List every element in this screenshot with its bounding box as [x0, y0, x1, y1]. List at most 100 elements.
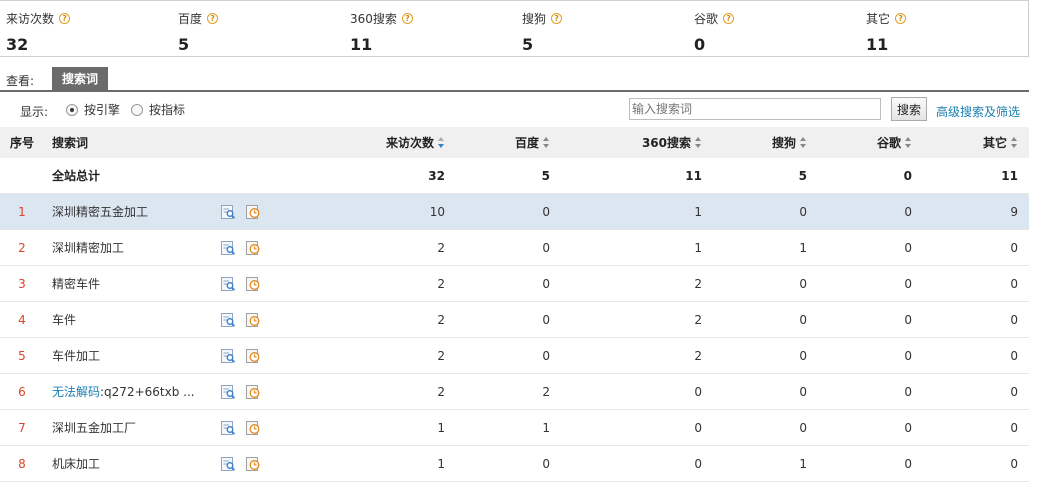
search-detail-icon[interactable] [220, 204, 236, 220]
header-index: 序号 [9, 136, 34, 150]
radio-by-engine[interactable]: 按引擎 [66, 101, 120, 118]
stat-value: 0 [694, 35, 706, 54]
table-row[interactable]: 4 车件 2 0 2 0 0 0 [0, 302, 1029, 338]
sort-icon[interactable] [1011, 137, 1018, 148]
header-visits[interactable]: 来访次数 [340, 127, 445, 158]
stat-label: 360搜索 [350, 12, 397, 26]
help-icon[interactable]: ? [723, 13, 735, 24]
row-keyword[interactable]: 精密车件 [52, 266, 222, 301]
cell-other: 0 [1010, 384, 1018, 399]
view-label: 查看: [6, 74, 35, 88]
stat-value: 11 [350, 35, 373, 54]
trend-history-icon[interactable] [245, 384, 261, 400]
search-detail-icon[interactable] [220, 384, 236, 400]
header-360[interactable]: 360搜索 [560, 127, 702, 158]
sort-icon[interactable] [695, 137, 702, 148]
table-row[interactable]: 5 车件加工 2 0 2 0 0 0 [0, 338, 1029, 374]
cell-other: 11 [1001, 168, 1018, 183]
cell-google: 0 [904, 384, 912, 399]
help-icon[interactable]: ? [895, 13, 907, 24]
row-keyword[interactable]: 深圳精密加工 [52, 230, 222, 265]
keyword-text: 深圳五金加工厂 [52, 421, 137, 435]
help-icon[interactable]: ? [401, 13, 413, 24]
cell-sogou: 0 [799, 312, 807, 327]
cell-other: 9 [1010, 204, 1018, 219]
table-row[interactable]: 7 深圳五金加工厂 1 1 0 0 0 0 [0, 410, 1029, 446]
cell-360: 0 [694, 456, 702, 471]
search-detail-icon[interactable] [220, 312, 236, 328]
header-google[interactable]: 谷歌 [815, 127, 912, 158]
cell-sogou: 1 [799, 240, 807, 255]
sort-icon[interactable] [543, 137, 550, 148]
row-keyword[interactable]: 无法解码:q272+66txb ... [52, 374, 222, 409]
row-index: 3 [18, 276, 26, 291]
search-detail-icon[interactable] [220, 456, 236, 472]
cell-visits: 1 [437, 420, 445, 435]
cell-visits: 10 [429, 204, 445, 219]
decode-failed-label[interactable]: 无法解码 [52, 383, 100, 400]
row-keyword[interactable]: 深圳精密五金加工 [52, 194, 222, 229]
stat-label: 百度 [178, 12, 203, 26]
stat-other: 其它? 11 [866, 10, 907, 54]
trend-history-icon[interactable] [245, 204, 261, 220]
row-actions [220, 194, 270, 229]
radio-unselected-icon[interactable] [131, 103, 143, 116]
search-detail-icon[interactable] [220, 276, 236, 292]
row-actions [220, 446, 270, 481]
trend-history-icon[interactable] [245, 276, 261, 292]
cell-sogou: 0 [799, 348, 807, 363]
keyword-search-input[interactable] [629, 98, 881, 120]
search-detail-icon[interactable] [220, 348, 236, 364]
sort-icon[interactable] [438, 137, 445, 148]
trend-history-icon[interactable] [245, 456, 261, 472]
help-icon[interactable]: ? [207, 13, 219, 24]
search-detail-icon[interactable] [220, 420, 236, 436]
trend-history-icon[interactable] [245, 348, 261, 364]
help-icon[interactable]: ? [551, 13, 563, 24]
table-row[interactable]: 3 精密车件 2 0 2 0 0 0 [0, 266, 1029, 302]
radio-selected-icon[interactable] [66, 103, 78, 116]
search-button[interactable]: 搜索 [891, 97, 927, 121]
row-index: 8 [18, 456, 26, 471]
advanced-search-link[interactable]: 高级搜索及筛选 [936, 103, 1020, 120]
table-row[interactable]: 6 无法解码:q272+66txb ... 2 2 0 0 0 0 [0, 374, 1029, 410]
cell-baidu: 1 [542, 420, 550, 435]
keyword-text: 深圳精密加工 [52, 241, 125, 255]
cell-google: 0 [904, 348, 912, 363]
trend-history-icon[interactable] [245, 420, 261, 436]
tab-search-terms[interactable]: 搜索词 [52, 67, 109, 92]
stat-baidu: 百度? 5 [178, 10, 219, 54]
table-row[interactable]: 2 深圳精密加工 2 0 1 1 0 0 [0, 230, 1029, 266]
cell-sogou: 0 [799, 204, 807, 219]
row-keyword[interactable]: 深圳五金加工厂 [52, 410, 222, 445]
header-label: 搜狗 [771, 136, 796, 150]
row-keyword[interactable]: 车件加工 [52, 338, 222, 373]
table-row[interactable]: 1 深圳精密五金加工 10 0 1 0 0 9 [0, 194, 1029, 230]
header-other[interactable]: 其它 [920, 127, 1018, 158]
sort-icon[interactable] [800, 137, 807, 148]
cell-google: 0 [904, 312, 912, 327]
row-keyword[interactable]: 机床加工 [52, 446, 222, 481]
cell-baidu: 0 [542, 348, 550, 363]
header-label: 百度 [514, 136, 539, 150]
cell-visits: 2 [437, 384, 445, 399]
stat-label: 其它 [866, 12, 891, 26]
cell-other: 0 [1010, 312, 1018, 327]
sort-icon[interactable] [905, 137, 912, 148]
row-index: 4 [18, 312, 26, 327]
cell-visits: 32 [428, 168, 445, 183]
trend-history-icon[interactable] [245, 312, 261, 328]
row-keyword[interactable]: 车件 [52, 302, 222, 337]
help-icon[interactable]: ? [59, 13, 71, 24]
stat-label: 搜狗 [522, 12, 547, 26]
header-sogou[interactable]: 搜狗 [710, 127, 807, 158]
header-baidu[interactable]: 百度 [460, 127, 550, 158]
radio-by-metric[interactable]: 按指标 [131, 101, 185, 118]
cell-baidu: 0 [542, 204, 550, 219]
total-row: 全站总计 32 5 11 5 0 11 [0, 158, 1029, 194]
radio-label: 按引擎 [84, 103, 121, 117]
trend-history-icon[interactable] [245, 240, 261, 256]
stat-value: 5 [522, 35, 534, 54]
search-detail-icon[interactable] [220, 240, 236, 256]
table-row[interactable]: 8 机床加工 1 0 0 1 0 0 [0, 446, 1029, 482]
